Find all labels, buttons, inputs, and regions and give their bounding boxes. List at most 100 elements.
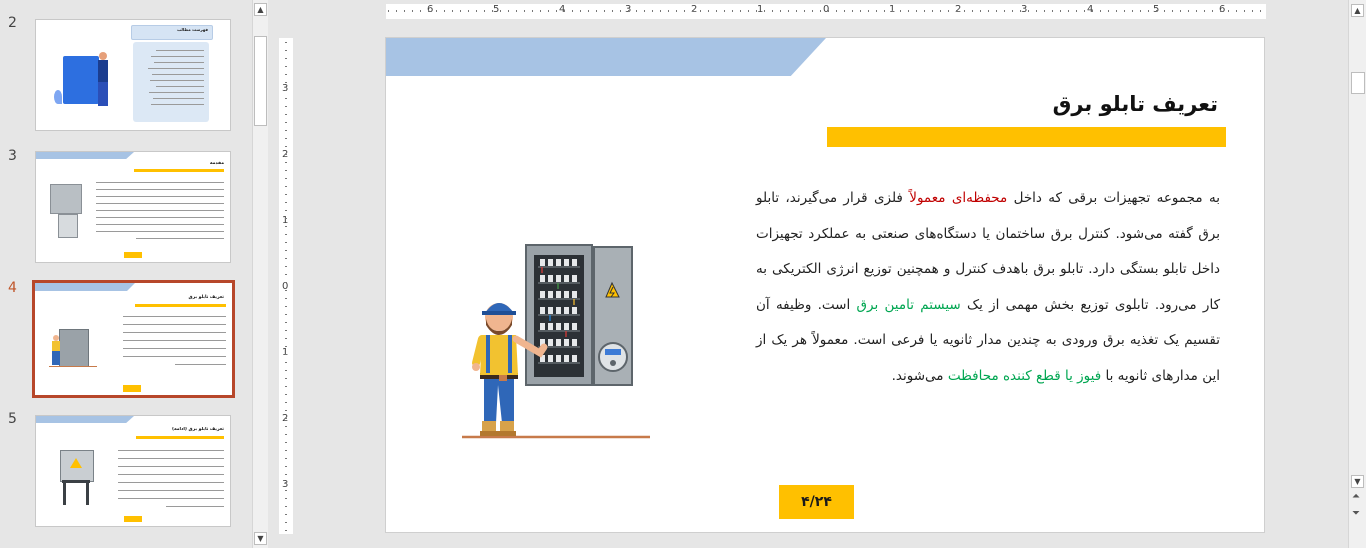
- thumbnail-title: تعریف تابلو برق: [188, 295, 224, 300]
- ruler-tick: [285, 458, 287, 459]
- ruler-tick: [285, 58, 287, 59]
- ruler-tick: [668, 10, 669, 12]
- ruler-tick: [900, 10, 901, 12]
- slide-thumbnail-2[interactable]: فهرست مطالب: [35, 19, 231, 131]
- ruler-tick: [285, 98, 287, 99]
- ruler-tick: [604, 10, 605, 12]
- ruler-tick: [548, 10, 549, 12]
- ruler-tick: [285, 130, 287, 131]
- ruler-tick: [285, 82, 287, 83]
- page-number-box: ۴/۲۴: [779, 485, 854, 519]
- ruler-tick: [444, 10, 445, 12]
- ruler-tick: [1244, 10, 1245, 12]
- thumbnail-number: 2: [8, 15, 17, 31]
- ruler-label: 3: [1021, 4, 1028, 15]
- slide-scrollbar[interactable]: ▲ ▼ ⏶ ⏷: [1348, 0, 1366, 548]
- slide-thumbnail-4[interactable]: تعریف تابلو برق: [32, 280, 235, 398]
- ruler-tick: [1044, 10, 1045, 12]
- ruler-tick: [1132, 10, 1133, 12]
- slide-thumbnail-3[interactable]: مقدمه: [35, 151, 231, 263]
- ruler-tick: [820, 10, 821, 12]
- ruler-tick: [844, 10, 845, 12]
- ruler-tick: [1252, 10, 1253, 12]
- ruler-tick: [620, 10, 621, 12]
- ruler-tick: [1116, 10, 1117, 12]
- ruler-tick: [748, 10, 749, 12]
- ruler-tick: [285, 138, 287, 139]
- ruler-tick: [285, 154, 287, 155]
- scroll-thumb[interactable]: [1351, 72, 1365, 94]
- ruler-tick: [764, 10, 765, 12]
- ruler-tick: [285, 194, 287, 195]
- ruler-tick: [285, 370, 287, 371]
- scroll-down-button[interactable]: ▼: [1351, 475, 1364, 488]
- ruler-tick: [508, 10, 509, 12]
- ruler-tick: [916, 10, 917, 12]
- ruler-tick: [484, 10, 485, 12]
- next-slide-icon[interactable]: ⏷: [1352, 509, 1360, 519]
- ruler-tick: [1260, 10, 1261, 12]
- ruler-tick: [285, 186, 287, 187]
- ruler-tick: [700, 10, 701, 12]
- ruler-tick: [285, 530, 287, 531]
- ruler-tick: [285, 442, 287, 443]
- ruler-tick: [285, 330, 287, 331]
- ruler-tick: [285, 122, 287, 123]
- ruler-tick: [1140, 10, 1141, 12]
- ruler-tick: [524, 10, 525, 12]
- ruler-tick: [836, 10, 837, 12]
- ruler-tick: [285, 450, 287, 451]
- ruler-tick: [1196, 10, 1197, 12]
- ruler-tick: [1068, 10, 1069, 12]
- thumbnail-number: 3: [8, 148, 17, 164]
- ruler-tick: [964, 10, 965, 12]
- thumbnail-number: 5: [8, 411, 17, 427]
- ruler-tick: [804, 10, 805, 12]
- ruler-tick: [1236, 10, 1237, 12]
- electrician-panel-illustration: [462, 244, 650, 439]
- header-banner: [386, 38, 826, 76]
- ruler-tick: [285, 490, 287, 491]
- ruler-tick: [1124, 10, 1125, 12]
- slide-thumbnail-5[interactable]: تعریف تابلو برق (ادامه): [35, 415, 231, 527]
- scroll-thumb[interactable]: [254, 36, 267, 126]
- ruler-tick: [285, 210, 287, 211]
- ruler-tick: [1148, 10, 1149, 12]
- scroll-down-button[interactable]: ▼: [254, 532, 267, 545]
- slide-canvas[interactable]: تعریف تابلو برق به مجموعه تجهیزات برقی ک…: [385, 37, 1265, 533]
- ruler-tick: [924, 10, 925, 12]
- ruler-tick: [285, 226, 287, 227]
- ruler-tick: [948, 10, 949, 12]
- ruler-tick: [285, 178, 287, 179]
- ruler-tick: [1228, 10, 1229, 12]
- ruler-tick: [860, 10, 861, 12]
- thumbnail-scrollbar[interactable]: ▲ ▼: [252, 0, 268, 548]
- thumbnail-title: تعریف تابلو برق (ادامه): [171, 427, 224, 432]
- ruler-tick: [828, 10, 829, 12]
- ruler-tick: [428, 10, 429, 12]
- ruler-tick: [285, 258, 287, 259]
- ruler-tick: [285, 242, 287, 243]
- slide-title[interactable]: تعریف تابلو برق: [1053, 92, 1218, 116]
- ruler-tick: [940, 10, 941, 12]
- slide-body-text[interactable]: به مجموعه تجهیزات برقی که داخل محفظه‌ای …: [756, 181, 1220, 394]
- ruler-tick: [285, 322, 287, 323]
- scroll-up-button[interactable]: ▲: [1351, 4, 1364, 17]
- ruler-tick: [285, 394, 287, 395]
- scroll-up-button[interactable]: ▲: [254, 3, 267, 16]
- previous-slide-icon[interactable]: ⏶: [1352, 492, 1360, 502]
- ruler-tick: [285, 66, 287, 67]
- body-text-segment: می‌شوند.: [891, 367, 948, 384]
- ruler-tick: [285, 498, 287, 499]
- ruler-tick: [876, 10, 877, 12]
- ruler-tick: [285, 426, 287, 427]
- ruler-tick: [516, 10, 517, 12]
- ruler-tick: [716, 10, 717, 12]
- ruler-tick: [852, 10, 853, 12]
- ruler-tick: [285, 314, 287, 315]
- ruler-tick: [972, 10, 973, 12]
- body-text-segment: فلزی قرار می‌گیرند، تابلو برق گفته می‌شو…: [756, 190, 1220, 313]
- ruler-tick: [285, 466, 287, 467]
- ruler-tick: [724, 10, 725, 12]
- ruler-tick: [956, 10, 957, 12]
